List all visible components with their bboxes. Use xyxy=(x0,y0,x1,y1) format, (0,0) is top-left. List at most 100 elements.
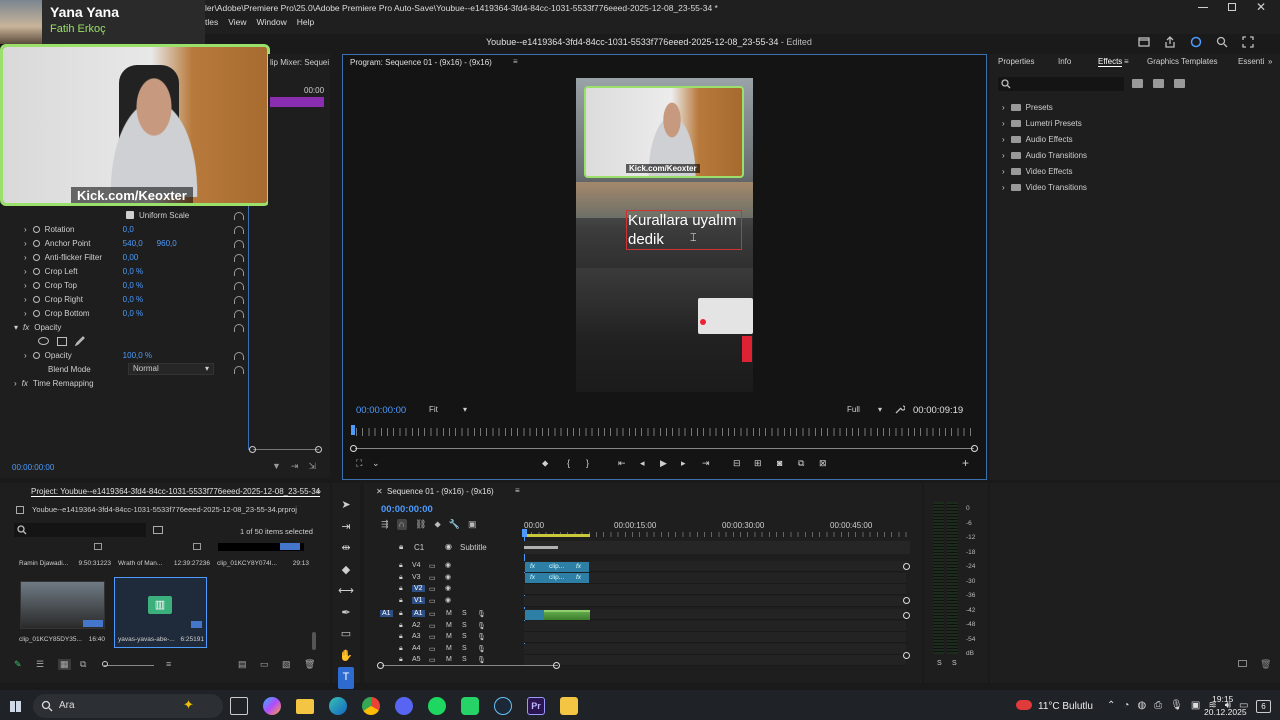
reset-icon[interactable] xyxy=(234,226,244,234)
reset-icon[interactable] xyxy=(234,282,244,290)
track-label[interactable]: A5 xyxy=(412,656,421,663)
trash-icon[interactable]: 🗑 xyxy=(1260,659,1271,670)
clock-time[interactable]: 19:15 xyxy=(1212,694,1233,704)
mic-icon[interactable]: 🎙︎ xyxy=(1170,700,1183,711)
effects-folder-audio-transitions[interactable]: › Audio Transitions xyxy=(1002,148,1087,162)
ellipse-mask-icon[interactable] xyxy=(38,337,49,345)
track-output-icon[interactable]: ▭ xyxy=(429,645,436,653)
sync-icon[interactable] xyxy=(1190,36,1202,48)
nest-icon[interactable]: ⇶ xyxy=(381,519,389,530)
reset-icon[interactable] xyxy=(234,310,244,318)
lock-icon[interactable]: 🔒︎ xyxy=(399,633,403,641)
expand-chevron-icon[interactable]: › xyxy=(24,253,27,262)
timeline-scroll-left[interactable] xyxy=(377,662,384,669)
close-button[interactable]: ✕ xyxy=(1256,0,1266,14)
expand-chevron-icon[interactable]: › xyxy=(24,281,27,290)
camera-icon[interactable]: ◙ xyxy=(777,458,782,468)
hand-tool-icon[interactable]: ✋ xyxy=(338,646,354,668)
clock-date[interactable]: 20.12.2025 xyxy=(1204,707,1247,717)
rectangle-mask-icon[interactable] xyxy=(57,336,67,346)
effects-folder-video-transitions[interactable]: › Video Transitions xyxy=(1002,180,1087,194)
rectangle-tool-icon[interactable]: ▭ xyxy=(338,624,354,646)
track-output-icon[interactable]: ▭ xyxy=(429,633,436,641)
safe-margins-icon[interactable]: ⊠ xyxy=(819,458,827,469)
eye-icon[interactable]: ◉ xyxy=(445,584,451,592)
add-marker-icon[interactable]: ⬥ xyxy=(542,458,548,469)
track-height-handle[interactable] xyxy=(903,597,910,604)
stopwatch-icon[interactable] xyxy=(32,295,40,303)
solo-button[interactable]: S xyxy=(462,656,467,663)
list-view-icon[interactable]: ☰ xyxy=(36,659,44,670)
expand-chevron-icon[interactable]: › xyxy=(1002,119,1005,128)
solo-button[interactable]: S xyxy=(462,610,467,617)
play-icon[interactable]: ▶ xyxy=(660,458,667,469)
mute-button[interactable]: M xyxy=(446,645,452,652)
time-remapping-row[interactable]: › fx Time Remapping xyxy=(14,376,94,390)
restore-button[interactable] xyxy=(1228,3,1236,11)
timeline-close-icon[interactable]: ✕ xyxy=(376,487,383,496)
add-marker-icon[interactable]: ⬥ xyxy=(434,519,440,530)
linked-selection-icon[interactable]: ⛓ xyxy=(415,519,426,530)
expand-chevron-icon[interactable]: › xyxy=(1002,135,1005,144)
reset-icon[interactable] xyxy=(234,212,244,220)
ripple-edit-tool-icon[interactable]: ⇹ xyxy=(338,538,354,560)
timeline-settings-icon[interactable]: 🔧 xyxy=(449,519,460,530)
go-to-in-icon[interactable]: ⇤ xyxy=(618,458,626,469)
icon-view-icon[interactable]: ▦ xyxy=(58,659,71,670)
edge-icon[interactable] xyxy=(329,697,347,715)
timeline-timecode[interactable]: 00:00:00:00 xyxy=(381,504,433,515)
uniform-scale-checkbox[interactable] xyxy=(126,211,134,219)
share-icon[interactable] xyxy=(1164,36,1176,48)
track-height-handle[interactable] xyxy=(903,563,910,570)
stopwatch-icon[interactable] xyxy=(32,281,40,289)
effect-timecode[interactable]: 00:00:00:00 xyxy=(12,463,54,472)
program-playhead[interactable] xyxy=(351,425,355,435)
track-label[interactable]: V1 xyxy=(412,596,425,604)
track-output-icon[interactable]: ▭ xyxy=(429,597,436,605)
eye-icon[interactable]: ◉ xyxy=(445,573,451,581)
clip-a1-audio[interactable] xyxy=(544,610,590,620)
property-value[interactable]: 0,00 xyxy=(123,253,157,262)
whatsapp-icon[interactable] xyxy=(461,697,479,715)
stopwatch-icon[interactable] xyxy=(32,351,40,359)
program-timecode[interactable]: 00:00:00:00 xyxy=(356,405,406,416)
kick-app-icon[interactable] xyxy=(560,697,578,715)
eye-icon[interactable]: ◉ xyxy=(445,561,451,569)
mic-icon[interactable]: 🎙︎ xyxy=(477,656,486,664)
tab-properties[interactable]: Properties xyxy=(998,57,1034,66)
timeline-scroll-track[interactable] xyxy=(382,665,558,666)
reset-icon[interactable] xyxy=(234,352,244,360)
timeline-scroll-right[interactable] xyxy=(553,662,560,669)
weather-text[interactable]: 11°C Bulutlu xyxy=(1038,701,1093,712)
property-value[interactable]: 0,0 % xyxy=(123,281,157,290)
mark-in-icon[interactable]: { xyxy=(567,458,570,468)
lock-icon[interactable]: 🔒︎ xyxy=(399,656,403,664)
tab-effects[interactable]: Effects xyxy=(1098,57,1123,67)
start-button[interactable] xyxy=(10,701,21,712)
stopwatch-icon[interactable] xyxy=(32,239,40,247)
mic-icon[interactable]: 🎙︎ xyxy=(477,633,486,641)
track-label[interactable]: V4 xyxy=(412,562,421,569)
track-output-icon[interactable]: ▭ xyxy=(429,610,436,618)
expand-chevron-icon[interactable]: › xyxy=(24,267,27,276)
zoom-slider[interactable] xyxy=(104,665,154,666)
property-value-2[interactable]: 960,0 xyxy=(157,239,177,248)
pen-mask-icon[interactable] xyxy=(75,336,85,346)
expand-chevron-icon[interactable]: › xyxy=(24,239,27,248)
minimize-button[interactable] xyxy=(1198,7,1208,8)
property-value[interactable]: 0,0 % xyxy=(123,309,157,318)
program-menu-icon[interactable]: ≡ xyxy=(513,57,518,66)
lock-icon[interactable]: 🔒︎ xyxy=(399,597,403,605)
effects-folder-video-effects[interactable]: › Video Effects xyxy=(1002,164,1073,178)
mic-icon[interactable]: 🎙︎ xyxy=(477,645,486,653)
new-bin-icon[interactable] xyxy=(153,526,163,534)
lock-icon[interactable]: 🔒︎ xyxy=(399,645,403,653)
playhead-handle[interactable] xyxy=(522,529,527,537)
track-output-icon[interactable]: ▭ xyxy=(429,622,436,630)
menu-item-view[interactable]: View xyxy=(228,17,246,27)
mute-button[interactable]: M xyxy=(446,656,452,663)
solo-button[interactable]: S xyxy=(462,633,467,640)
solo-button[interactable]: S xyxy=(462,622,467,629)
clip-a1-silent[interactable] xyxy=(525,610,544,620)
source-patch-a1[interactable]: A1 xyxy=(380,610,393,617)
